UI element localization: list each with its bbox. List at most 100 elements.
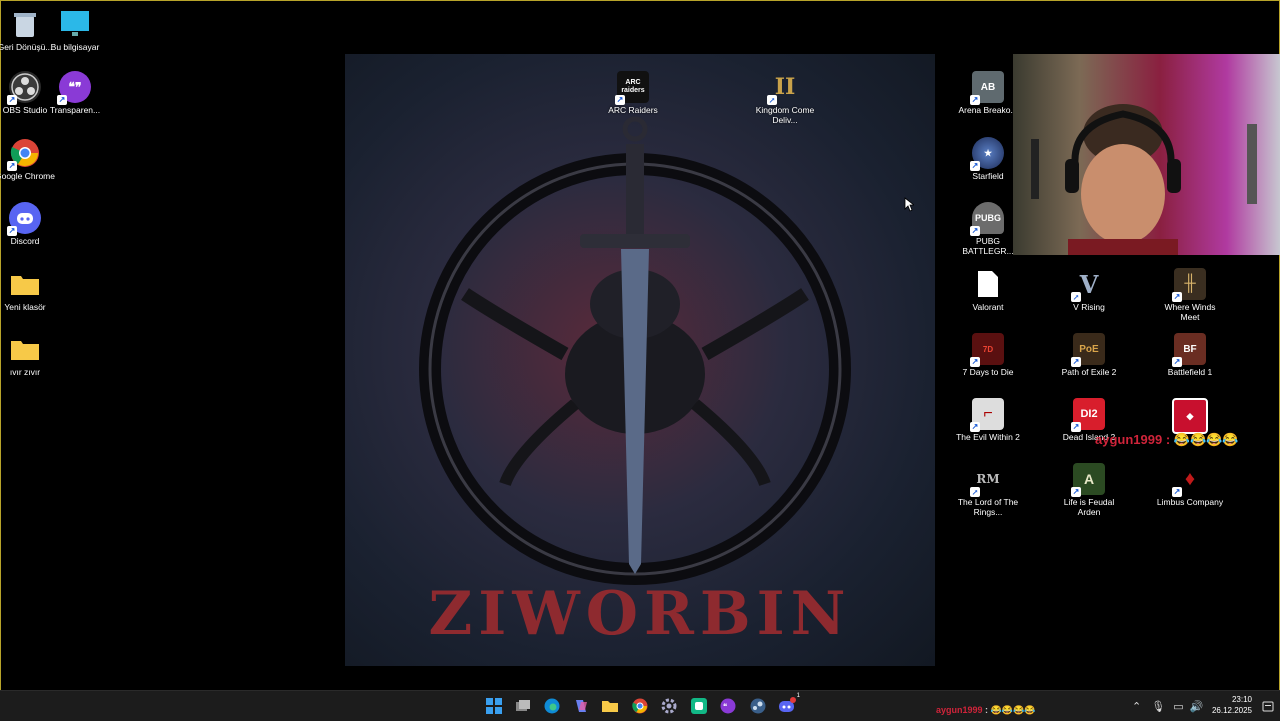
desktop-icon-label: Bu bilgisayar — [50, 42, 100, 52]
network-icon[interactable]: ▭ — [1173, 700, 1183, 713]
ticker-username: aygun1999 — [936, 705, 983, 715]
shortcut-arrow-icon: ↗ — [767, 95, 777, 105]
desktop-icon-label: Path of Exile 2 — [1061, 367, 1117, 377]
desktop-icon-label: Yeni klasör — [4, 302, 46, 312]
copilot-icon — [576, 700, 587, 712]
chat-separator: : — [1162, 432, 1174, 447]
discord-icon — [779, 697, 796, 712]
transparent-chat-shortcut[interactable]: ❝❞ ↗ Transparen... — [39, 71, 111, 115]
start-button[interactable] — [484, 696, 504, 716]
battlefield-shortcut[interactable]: BF ↗ Battlefield 1 — [1154, 333, 1226, 377]
desktop-icon-label: Discord — [10, 236, 40, 246]
shortcut-arrow-icon: ↗ — [7, 226, 17, 236]
red-game-shortcut[interactable]: ◆ — [1154, 398, 1226, 436]
svg-text:❝: ❝ — [723, 702, 727, 711]
wallpaper-title: ZIWORBIN — [428, 579, 852, 649]
shortcut-arrow-icon: ↗ — [1172, 357, 1182, 367]
discord-icon: ↗ — [7, 202, 41, 236]
pubg-icon: PUBG ↗ — [970, 202, 1004, 236]
chrome-icon: ↗ — [7, 137, 41, 171]
desktop-icon-label: Battlefield 1 — [1167, 367, 1213, 377]
evil-within-shortcut[interactable]: ⌐ ↗ The Evil Within 2 — [952, 398, 1024, 442]
desktop-icon-label: 7 Days to Die — [962, 367, 1014, 377]
where-winds-meet-shortcut[interactable]: ╫ ↗ Where Winds Meet — [1154, 268, 1226, 322]
folder-icon — [9, 333, 41, 365]
kingdom-come-shortcut[interactable]: II ↗ Kingdom Come Deliv... — [749, 71, 821, 125]
red-game-icon: ◆ — [1172, 398, 1208, 434]
shortcut-arrow-icon: ↗ — [7, 95, 17, 105]
taskbar-transparent-chat[interactable]: ❝ — [718, 696, 738, 716]
kingdom-come-icon: II ↗ — [767, 74, 796, 105]
arena-breakout-icon: AB ↗ — [970, 71, 1004, 105]
desktop-icon-label: Transparen... — [49, 105, 101, 115]
file-icon — [972, 268, 1004, 300]
starfield-icon: ★ ↗ — [970, 137, 1004, 171]
shortcut-arrow-icon: ↗ — [1172, 487, 1182, 497]
taskbar-app-green[interactable] — [689, 696, 709, 716]
shortcut-arrow-icon: ↗ — [970, 161, 980, 171]
v-rising-shortcut[interactable]: V ↗ V Rising — [1053, 268, 1125, 312]
desktop-icon-label: ARC Raiders — [608, 105, 658, 115]
shortcut-arrow-icon: ↗ — [1071, 422, 1081, 432]
notification-badge: 1 — [796, 693, 800, 699]
monitor-icon — [59, 8, 91, 40]
desktop-icon-label: V Rising — [1073, 302, 1105, 312]
arc-raiders-shortcut[interactable]: ARC raiders ↗ ARC Raiders — [597, 71, 669, 115]
poe-icon: PoE ↗ — [1071, 333, 1105, 367]
battlefield-icon: BF ↗ — [1172, 333, 1206, 367]
taskbar-steam[interactable] — [748, 696, 768, 716]
chat-bubble-icon: ❝ — [720, 698, 736, 714]
valorant-shortcut[interactable]: Valorant — [952, 268, 1024, 312]
microphone-icon[interactable]: 🎙 — [1151, 700, 1165, 713]
where-winds-meet-icon: ╫ ↗ — [1172, 268, 1206, 302]
notifications-icon[interactable] — [1262, 700, 1274, 718]
shortcut-arrow-icon: ↗ — [615, 95, 625, 105]
scorpion-emblem — [419, 116, 851, 585]
desktop-icon-label: ıvır zıvır — [9, 367, 41, 377]
volume-icon[interactable]: 🔊 — [1190, 700, 1204, 713]
path-of-exile-shortcut[interactable]: PoE ↗ Path of Exile 2 — [1053, 333, 1125, 377]
desktop-icon-label: The Evil Within 2 — [956, 432, 1020, 442]
taskbar-clock[interactable]: 23:10 26.12.2025 — [1212, 694, 1252, 716]
app-icon — [691, 698, 707, 714]
life-is-feudal-shortcut[interactable]: A ↗ Life is Feudal Arden — [1053, 463, 1125, 517]
taskbar-file-explorer[interactable] — [600, 696, 620, 716]
taskbar-edge[interactable] — [542, 696, 562, 716]
lotr-shortcut[interactable]: RM ↗ The Lord of The Rings... — [952, 463, 1024, 517]
recycle-bin-icon — [9, 8, 41, 40]
taskbar-copilot[interactable] — [571, 696, 591, 716]
evil-within-icon: ⌐ ↗ — [970, 398, 1004, 432]
chrome-icon — [632, 698, 648, 714]
desktop-icon-label: Life is Feudal Arden — [1063, 497, 1115, 517]
task-view-button[interactable] — [513, 696, 533, 716]
shortcut-arrow-icon: ↗ — [1071, 357, 1081, 367]
chat-username: aygun1999 — [1095, 432, 1163, 447]
tray-overflow-chevron-icon[interactable]: ⌃ — [1132, 700, 1141, 713]
chat-emotes: 😂😂😂😂 — [1173, 432, 1239, 447]
wallpaper: ZIWORBIN — [345, 54, 935, 666]
shortcut-arrow-icon: ↗ — [970, 95, 980, 105]
gear-icon — [661, 698, 677, 714]
ticker-emotes: 😂😂😂😂 — [990, 705, 1036, 715]
new-folder-shortcut[interactable]: Yeni klasör — [0, 268, 61, 312]
taskbar-chrome[interactable] — [630, 696, 650, 716]
shortcut-arrow-icon: ↗ — [970, 226, 980, 236]
edge-icon — [544, 698, 560, 714]
desktop-icon-label: Google Chrome — [0, 171, 55, 181]
discord-shortcut[interactable]: ↗ Discord — [0, 202, 61, 246]
this-pc-shortcut[interactable]: Bu bilgisayar — [39, 8, 111, 52]
ivir-zivir-folder[interactable]: ıvır zıvır — [0, 333, 61, 377]
taskbar: ❝ 1 ⌃ 🎙 ▭ 🔊 23:10 26.12.2025 — [0, 690, 1280, 721]
shortcut-arrow-icon: ↗ — [970, 357, 980, 367]
limbus-icon: ♦ ↗ — [1172, 467, 1196, 497]
shortcut-arrow-icon: ↗ — [7, 161, 17, 171]
limbus-company-shortcut[interactable]: ♦ ↗ Limbus Company — [1154, 463, 1226, 508]
taskbar-settings[interactable] — [659, 696, 679, 716]
taskbar-discord[interactable]: 1 — [777, 693, 800, 716]
controller-icon — [750, 698, 766, 714]
seven-days-shortcut[interactable]: 7D ↗ 7 Days to Die — [952, 333, 1024, 377]
desktop-icon-label: Kingdom Come Deliv... — [755, 105, 815, 125]
google-chrome-shortcut[interactable]: ↗ Google Chrome — [0, 137, 61, 181]
chat-bubble-icon: ❝❞ ↗ — [57, 71, 91, 105]
life-is-feudal-icon: A ↗ — [1071, 463, 1105, 497]
